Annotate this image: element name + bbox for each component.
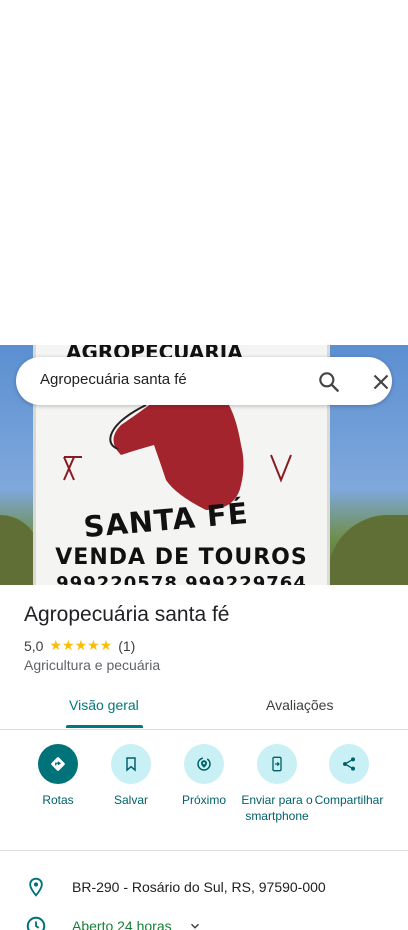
close-icon[interactable]	[368, 369, 394, 395]
photo-hill-right	[328, 515, 408, 585]
bookmark-icon	[111, 744, 151, 784]
save-button[interactable]: Salvar	[91, 744, 171, 808]
tab-reviews[interactable]: Avaliações	[266, 697, 333, 713]
address-row[interactable]: BR-290 - Rosário do Sul, RS, 97590-000	[24, 875, 394, 899]
address-text: BR-290 - Rosário do Sul, RS, 97590-000	[72, 879, 326, 895]
tabs-divider	[0, 729, 408, 730]
review-count: (1)	[118, 637, 136, 654]
search-icon[interactable]	[316, 369, 342, 395]
share-button[interactable]: Compartilhar	[310, 744, 388, 808]
save-label: Salvar	[113, 793, 148, 807]
search-bar[interactable]: Agropecuária santa fé	[16, 357, 392, 405]
sign-line-2: VENDA DE TOUROS	[55, 545, 308, 570]
send-to-phone-label: Enviar para o smartphone	[241, 793, 313, 823]
send-to-phone-icon	[257, 744, 297, 784]
hours-text: Aberto 24 horas	[72, 918, 172, 930]
share-icon	[329, 744, 369, 784]
tab-overview[interactable]: Visão geral	[69, 697, 139, 713]
details-divider	[0, 850, 408, 851]
rating-row[interactable]: 5,0 ★★★★★ (1)	[24, 637, 135, 654]
chevron-down-icon[interactable]	[188, 919, 202, 930]
star-rating-icon: ★★★★★	[49, 637, 113, 653]
rating-value: 5,0	[24, 637, 44, 654]
share-label: Compartilhar	[314, 793, 384, 807]
directions-icon	[38, 744, 78, 784]
hours-row[interactable]: Aberto 24 horas	[24, 914, 394, 930]
nearby-label: Próximo	[181, 793, 226, 807]
location-pin-icon	[24, 875, 48, 899]
search-input[interactable]: Agropecuária santa fé	[40, 371, 187, 388]
map-area[interactable]	[0, 0, 408, 345]
active-tab-indicator	[66, 725, 143, 728]
clock-icon	[24, 914, 48, 930]
sign-line-3: 999220578 999229764	[56, 573, 307, 585]
nearby-button[interactable]: Próximo	[164, 744, 244, 808]
place-category[interactable]: Agricultura e pecuária	[24, 657, 160, 673]
place-title: Agropecuária santa fé	[24, 603, 230, 626]
directions-button[interactable]: Rotas	[18, 744, 98, 808]
directions-label: Rotas	[42, 793, 74, 807]
nearby-icon	[184, 744, 224, 784]
send-to-phone-button[interactable]: Enviar para o smartphone	[237, 744, 317, 824]
